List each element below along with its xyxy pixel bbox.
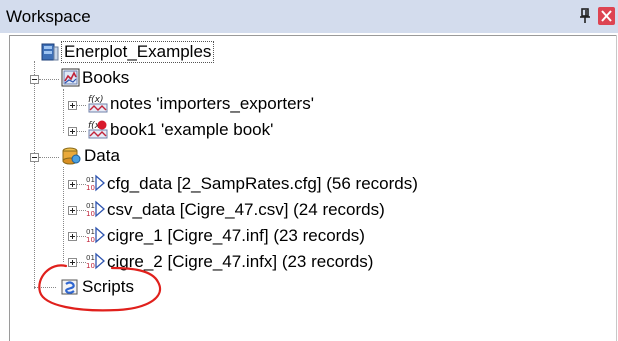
svg-text:10: 10	[86, 184, 95, 192]
tree-line	[39, 79, 59, 80]
expand-toggle[interactable]	[68, 258, 77, 267]
svg-text:01: 01	[86, 254, 95, 262]
expand-toggle[interactable]	[68, 232, 77, 241]
expand-toggle[interactable]	[68, 127, 77, 136]
tree-line	[63, 89, 64, 133]
close-button[interactable]	[598, 7, 615, 25]
tree-line	[77, 131, 86, 132]
panel-border	[9, 35, 10, 341]
datafile-icon: 01 10	[86, 199, 106, 219]
datafile-icon: 01 10	[86, 225, 106, 245]
tree-line	[77, 236, 86, 237]
tree-line	[39, 157, 59, 158]
project-icon	[40, 42, 60, 62]
tree-item-data-file[interactable]: csv_data [Cigre_47.csv] (24 records)	[107, 200, 385, 220]
tree-item-book[interactable]: book1 'example book'	[110, 120, 273, 140]
tree-line	[34, 287, 56, 288]
function-book-active-icon: f(x)	[87, 119, 108, 139]
books-icon	[61, 68, 81, 88]
tree-line	[34, 61, 35, 289]
tree-line	[77, 184, 86, 185]
tree-line	[63, 167, 64, 262]
panel-border	[9, 35, 617, 36]
datafile-icon: 01 10	[86, 251, 106, 271]
function-book-icon: f(x)	[87, 93, 108, 113]
expand-toggle[interactable]	[68, 206, 77, 215]
data-icon	[61, 146, 81, 166]
scripts-icon	[60, 277, 80, 297]
tree-line	[77, 105, 86, 106]
tree-item-data-file[interactable]: cigre_1 [Cigre_47.inf] (23 records)	[107, 226, 365, 246]
tree-item-book[interactable]: notes 'importers_exporters'	[110, 94, 314, 114]
panel-title: Workspace	[6, 7, 91, 26]
svg-text:01: 01	[86, 228, 95, 236]
close-icon	[601, 10, 612, 22]
svg-text:10: 10	[86, 262, 95, 270]
tree-item-data-file[interactable]: cfg_data [2_SampRates.cfg] (56 records)	[107, 174, 418, 194]
svg-text:01: 01	[86, 202, 95, 210]
svg-text:10: 10	[86, 210, 95, 218]
tree-item-books[interactable]: Books	[82, 68, 129, 88]
data-collapse-toggle[interactable]	[30, 153, 39, 162]
expand-toggle[interactable]	[68, 101, 77, 110]
tree-item-data-file[interactable]: cigre_2 [Cigre_47.infx] (23 records)	[107, 252, 373, 272]
books-collapse-toggle[interactable]	[30, 75, 39, 84]
tree-line	[77, 210, 86, 211]
svg-text:10: 10	[86, 236, 95, 244]
svg-text:01: 01	[86, 176, 95, 184]
tree-line	[77, 262, 86, 263]
tree-item-root[interactable]: Enerplot_Examples	[61, 41, 215, 63]
tree-item-data[interactable]: Data	[84, 146, 120, 166]
expand-toggle[interactable]	[68, 180, 77, 189]
panel-border	[616, 35, 617, 341]
datafile-icon: 01 10	[86, 173, 106, 193]
tree-item-scripts[interactable]: Scripts	[82, 277, 134, 297]
panel-titlebar: Workspace	[0, 0, 618, 33]
pin-icon[interactable]	[578, 8, 592, 24]
